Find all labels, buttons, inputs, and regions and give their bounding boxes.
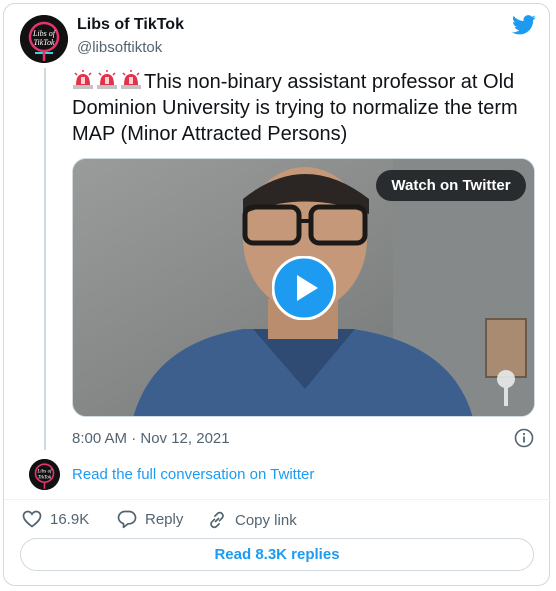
reply-action[interactable]: Reply (117, 510, 183, 529)
tweet-text-block: This non-binary assistant professor at O… (72, 69, 532, 147)
like-action[interactable]: 16.9K (22, 510, 89, 528)
siren-icon (73, 70, 93, 89)
info-icon[interactable] (514, 428, 534, 448)
siren-icon (121, 70, 141, 89)
reply-label: Reply (145, 511, 184, 528)
play-icon[interactable] (272, 256, 336, 320)
avatar-image: Libs of TikTok (20, 15, 68, 63)
svg-text:Libs of: Libs of (32, 29, 57, 38)
svg-text:TikTok: TikTok (38, 474, 52, 480)
conversation-avatar[interactable]: Libs of TikTok (29, 459, 60, 490)
copy-link-action[interactable]: Copy link (207, 510, 297, 530)
divider (4, 499, 551, 500)
svg-text:Libs of: Libs of (36, 468, 53, 475)
watch-on-twitter-button[interactable]: Watch on Twitter (376, 170, 526, 201)
reply-icon (117, 510, 137, 529)
avatar-small-image: Libs of TikTok (29, 459, 60, 490)
tweet-timestamp[interactable]: 8:00 AM · Nov 12, 2021 (72, 430, 230, 447)
like-count: 16.9K (50, 510, 90, 528)
twitter-bird-icon[interactable] (512, 15, 536, 35)
read-conversation-link[interactable]: Read the full conversation on Twitter (72, 466, 314, 483)
link-icon (210, 511, 224, 529)
copy-link-label: Copy link (235, 511, 297, 529)
author-handle[interactable]: @libsoftiktok (77, 39, 162, 56)
author-avatar[interactable]: Libs of TikTok (20, 15, 68, 63)
read-replies-button[interactable]: Read 8.3K replies (20, 538, 534, 571)
thread-line (44, 68, 46, 450)
heart-icon (22, 510, 42, 528)
svg-text:TikTok: TikTok (33, 38, 54, 47)
siren-icon (97, 70, 117, 89)
author-name[interactable]: Libs of TikTok (77, 16, 184, 34)
